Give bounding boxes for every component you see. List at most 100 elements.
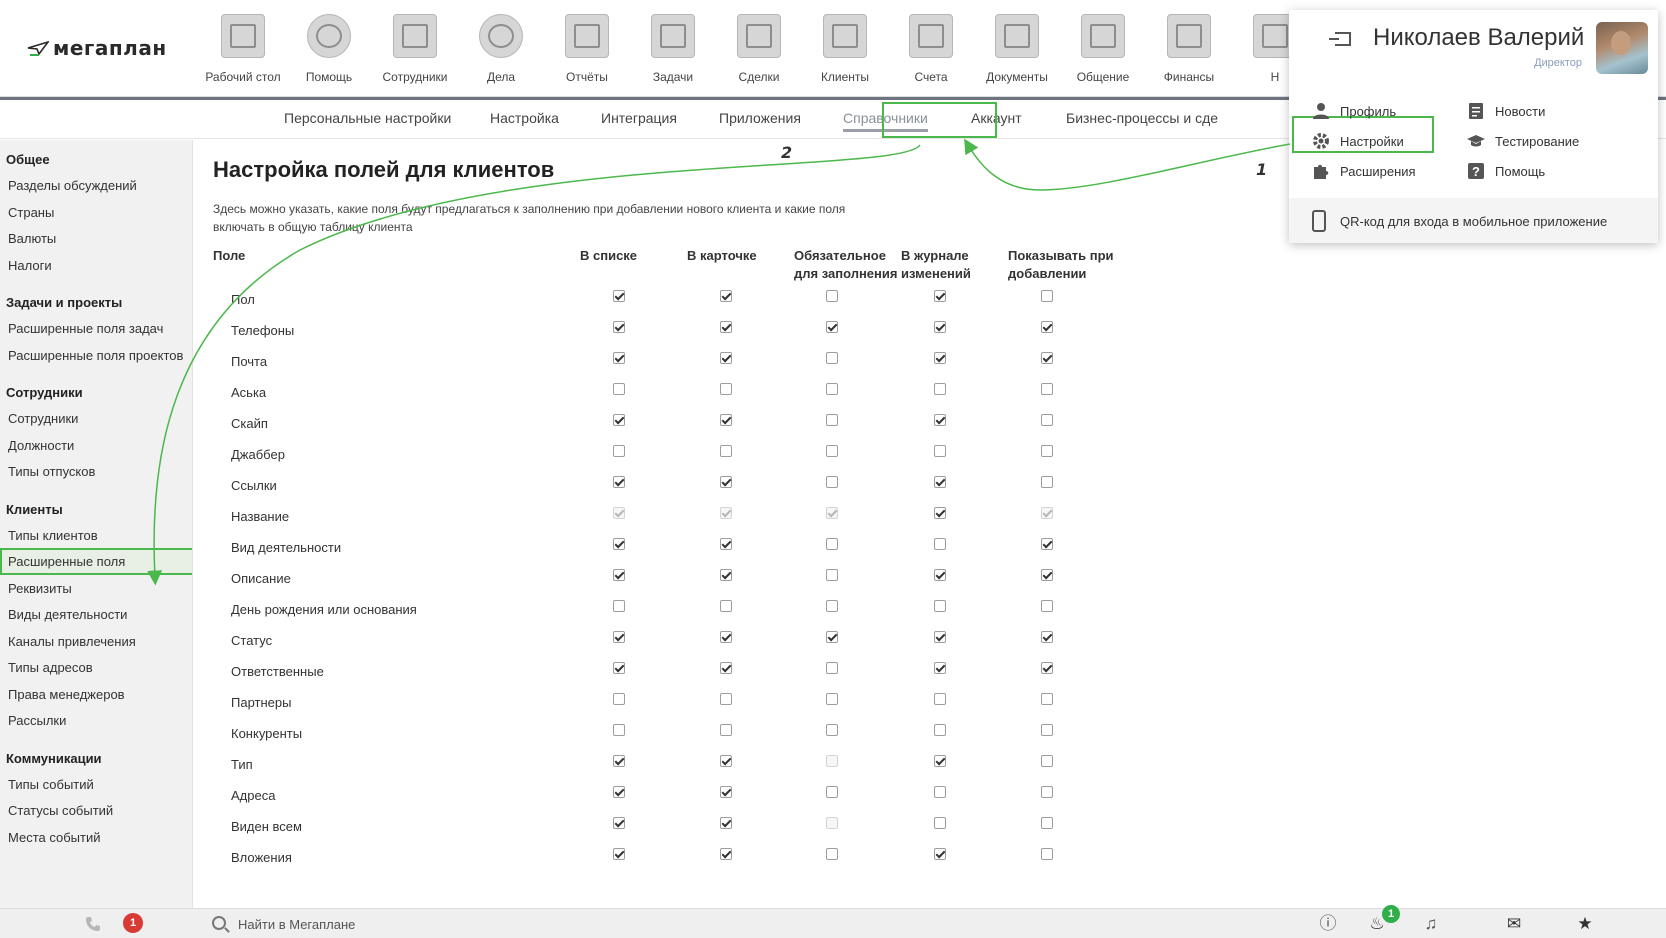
field-checkbox[interactable] bbox=[613, 693, 625, 705]
sidebar-item[interactable]: Типы клиентов bbox=[8, 528, 186, 543]
favorites-star-icon[interactable]: ★ bbox=[1575, 914, 1595, 934]
sidebar-item[interactable]: Типы отпусков bbox=[8, 464, 186, 479]
field-checkbox[interactable] bbox=[613, 290, 625, 302]
field-checkbox[interactable] bbox=[613, 321, 625, 333]
field-checkbox[interactable] bbox=[934, 693, 946, 705]
global-search-input[interactable] bbox=[238, 913, 838, 935]
module-folder[interactable]: Документы bbox=[974, 14, 1060, 84]
field-checkbox[interactable] bbox=[934, 786, 946, 798]
field-checkbox[interactable] bbox=[934, 352, 946, 364]
tab-settings[interactable]: Настройка bbox=[490, 110, 559, 126]
field-checkbox[interactable] bbox=[613, 538, 625, 550]
field-checkbox[interactable] bbox=[826, 383, 838, 395]
field-checkbox[interactable] bbox=[934, 662, 946, 674]
module-desktop[interactable]: Рабочий стол bbox=[200, 14, 286, 84]
user-name[interactable]: Николаев Валерий bbox=[1373, 24, 1584, 52]
module-safe[interactable]: Финансы bbox=[1146, 14, 1232, 84]
field-checkbox[interactable] bbox=[1041, 755, 1053, 767]
field-checkbox[interactable] bbox=[1041, 445, 1053, 457]
field-checkbox[interactable] bbox=[826, 631, 838, 643]
field-checkbox[interactable] bbox=[826, 445, 838, 457]
field-checkbox[interactable] bbox=[1041, 600, 1053, 612]
field-checkbox[interactable] bbox=[613, 817, 625, 829]
field-checkbox[interactable] bbox=[613, 724, 625, 736]
sidebar-item[interactable]: Расширенные поля задач bbox=[8, 321, 186, 336]
field-checkbox[interactable] bbox=[720, 786, 732, 798]
field-checkbox[interactable] bbox=[934, 848, 946, 860]
module-contacts-book[interactable]: Клиенты bbox=[802, 14, 888, 84]
field-checkbox[interactable] bbox=[613, 445, 625, 457]
messages-icon[interactable]: ✉ bbox=[1504, 914, 1524, 934]
sidebar-item[interactable]: Сотрудники bbox=[8, 411, 186, 426]
field-checkbox[interactable] bbox=[720, 414, 732, 426]
field-checkbox[interactable] bbox=[1041, 662, 1053, 674]
field-checkbox[interactable] bbox=[826, 352, 838, 364]
field-checkbox[interactable] bbox=[826, 538, 838, 550]
alert-circle-icon[interactable]: ⓘ bbox=[1318, 914, 1338, 934]
field-checkbox[interactable] bbox=[826, 662, 838, 674]
field-checkbox[interactable] bbox=[1041, 352, 1053, 364]
field-checkbox[interactable] bbox=[720, 352, 732, 364]
sidebar-item[interactable]: Типы событий bbox=[8, 777, 186, 792]
field-checkbox[interactable] bbox=[1041, 631, 1053, 643]
field-checkbox[interactable] bbox=[826, 476, 838, 488]
sidebar-item[interactable]: Расширенные поля проектов bbox=[8, 348, 186, 363]
field-checkbox[interactable] bbox=[720, 693, 732, 705]
menu-item-extensions[interactable]: Расширения bbox=[1340, 164, 1416, 179]
sidebar-item[interactable]: Виды деятельности bbox=[8, 607, 186, 622]
sidebar-item[interactable]: Должности bbox=[8, 438, 186, 453]
field-checkbox[interactable] bbox=[613, 848, 625, 860]
field-checkbox[interactable] bbox=[934, 507, 946, 519]
field-checkbox[interactable] bbox=[826, 600, 838, 612]
field-checkbox[interactable] bbox=[1041, 538, 1053, 550]
field-checkbox[interactable] bbox=[934, 817, 946, 829]
sidebar-item[interactable]: Валюты bbox=[8, 231, 186, 246]
field-checkbox[interactable] bbox=[934, 414, 946, 426]
field-checkbox[interactable] bbox=[934, 383, 946, 395]
field-checkbox[interactable] bbox=[720, 321, 732, 333]
module-clipboard[interactable]: Задачи bbox=[630, 14, 716, 84]
module-chat[interactable]: Общение bbox=[1060, 14, 1146, 84]
field-checkbox[interactable] bbox=[720, 755, 732, 767]
field-checkbox[interactable] bbox=[1041, 817, 1053, 829]
field-checkbox[interactable] bbox=[613, 352, 625, 364]
field-checkbox[interactable] bbox=[934, 724, 946, 736]
field-checkbox[interactable] bbox=[1041, 786, 1053, 798]
field-checkbox[interactable] bbox=[613, 600, 625, 612]
field-checkbox[interactable] bbox=[720, 538, 732, 550]
bell-icon[interactable]: ♫ bbox=[1421, 914, 1441, 934]
tab-business-processes[interactable]: Бизнес-процессы и сде bbox=[1066, 110, 1218, 126]
field-checkbox[interactable] bbox=[1041, 383, 1053, 395]
field-checkbox[interactable] bbox=[934, 476, 946, 488]
sidebar-item[interactable]: Рассылки bbox=[8, 713, 186, 728]
menu-item-qr-code[interactable]: QR-код для входа в мобильное приложение bbox=[1340, 214, 1607, 229]
sidebar-item[interactable]: Каналы привлечения bbox=[8, 634, 186, 649]
field-checkbox[interactable] bbox=[720, 662, 732, 674]
field-checkbox[interactable] bbox=[720, 631, 732, 643]
module-briefcase[interactable]: Сделки bbox=[716, 14, 802, 84]
module-clock[interactable]: Дела bbox=[458, 14, 544, 84]
field-checkbox[interactable] bbox=[720, 569, 732, 581]
megaplan-logo[interactable]: мегаплан bbox=[27, 36, 167, 60]
sidebar-item[interactable]: Расширенные поля bbox=[0, 548, 192, 575]
field-checkbox[interactable] bbox=[1041, 693, 1053, 705]
field-checkbox[interactable] bbox=[826, 724, 838, 736]
menu-item-news[interactable]: Новости bbox=[1495, 104, 1545, 119]
field-checkbox[interactable] bbox=[934, 290, 946, 302]
sidebar-item[interactable]: Реквизиты bbox=[8, 581, 186, 596]
field-checkbox[interactable] bbox=[934, 755, 946, 767]
field-checkbox[interactable] bbox=[826, 290, 838, 302]
field-checkbox[interactable] bbox=[934, 445, 946, 457]
field-checkbox[interactable] bbox=[826, 321, 838, 333]
field-checkbox[interactable] bbox=[720, 476, 732, 488]
module-id-card[interactable]: Сотрудники bbox=[372, 14, 458, 84]
field-checkbox[interactable] bbox=[1041, 724, 1053, 736]
sign-out-icon[interactable] bbox=[1329, 32, 1351, 46]
field-checkbox[interactable] bbox=[613, 662, 625, 674]
field-checkbox[interactable] bbox=[613, 569, 625, 581]
phone-icon[interactable] bbox=[85, 916, 101, 932]
field-checkbox[interactable] bbox=[1041, 290, 1053, 302]
field-checkbox[interactable] bbox=[720, 290, 732, 302]
module-chart[interactable]: Отчёты bbox=[544, 14, 630, 84]
tab-applications[interactable]: Приложения bbox=[719, 110, 801, 126]
